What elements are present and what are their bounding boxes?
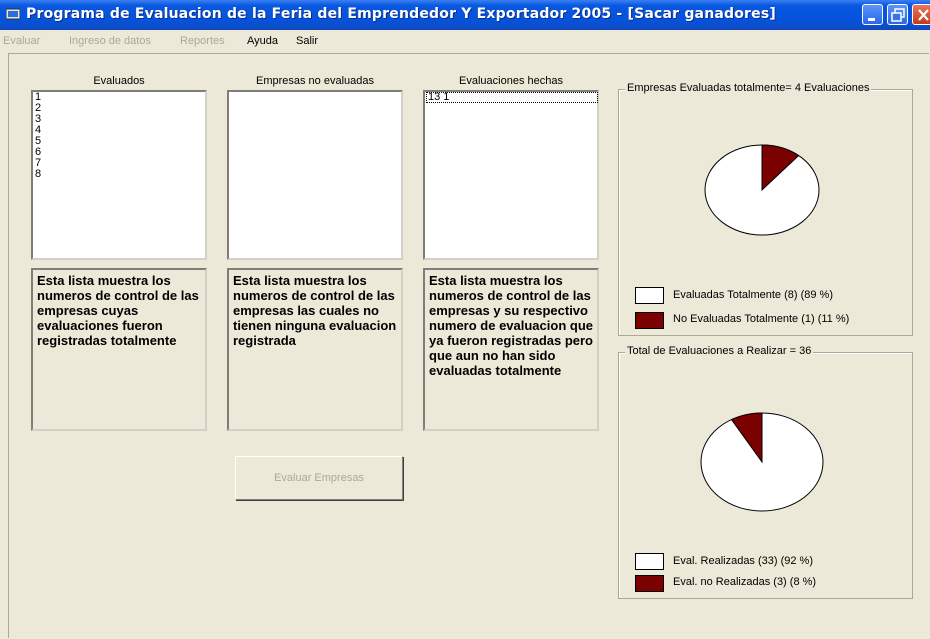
menu-reportes[interactable]: Reportes [180, 35, 225, 47]
list-item[interactable]: 2 [33, 103, 205, 114]
list-item[interactable]: 5 [33, 136, 205, 147]
minimize-icon [868, 18, 875, 21]
minimize-button[interactable] [862, 4, 883, 25]
list-item[interactable]: 3 [33, 114, 205, 125]
menu-bar: Evaluar Ingreso de datos Reportes Ayuda … [0, 32, 930, 52]
list-item[interactable]: 1 [33, 92, 205, 103]
empresas-group: Empresas Evaluadas totalmente= 4 Evaluac… [618, 82, 913, 336]
no-evaluadas-header: Empresas no evaluadas [255, 75, 374, 87]
legend-swatch-realizadas [635, 553, 664, 570]
list-item[interactable]: 4 [33, 125, 205, 136]
legend-label-no-realizadas: Eval. no Realizadas (3) (8 %) [673, 576, 817, 588]
evaluaciones-group-title: Total de Evaluaciones a Realizar = 36 [625, 345, 814, 357]
legend-label-evaluadas: Evaluadas Totalmente (8) (89 %) [673, 289, 833, 301]
menu-evaluar[interactable]: Evaluar [3, 35, 40, 47]
evaluados-header: Evaluados [93, 75, 145, 87]
legend-swatch-no-realizadas [635, 575, 664, 592]
legend-label-no-evaluadas: No Evaluadas Totalmente (1) (11 %) [673, 313, 850, 325]
list-item[interactable]: 7 [33, 158, 205, 169]
evaluar-empresas-button[interactable]: Evaluar Empresas [235, 456, 403, 500]
evaluados-listbox[interactable]: 12345678 [31, 90, 207, 260]
evaluados-description: Esta lista muestra los numeros de contro… [31, 268, 207, 431]
no-evaluadas-description: Esta lista muestra los numeros de contro… [227, 268, 403, 431]
list-item[interactable]: 8 [33, 169, 205, 180]
app-icon [6, 8, 20, 20]
window-title: Programa de Evaluacion de la Feria del E… [26, 6, 776, 22]
list-item[interactable]: 13 1 [426, 92, 598, 103]
restore-button[interactable] [887, 4, 908, 25]
close-button[interactable] [912, 4, 930, 25]
empresas-pie-chart [704, 144, 820, 236]
menu-salir[interactable]: Salir [296, 35, 318, 47]
evaluaciones-group: Total de Evaluaciones a Realizar = 36 Ev… [618, 345, 913, 599]
hechas-listbox[interactable]: 13 1 [423, 90, 599, 260]
evaluaciones-pie-chart [700, 412, 824, 512]
no-evaluadas-listbox[interactable] [227, 90, 403, 260]
legend-swatch-evaluadas [635, 287, 664, 304]
legend-swatch-no-evaluadas [635, 312, 664, 329]
close-icon [918, 9, 929, 21]
title-bar[interactable]: Programa de Evaluacion de la Feria del E… [0, 0, 930, 30]
menu-ingreso-de-datos[interactable]: Ingreso de datos [69, 35, 151, 47]
empresas-group-title: Empresas Evaluadas totalmente= 4 Evaluac… [625, 82, 872, 94]
hechas-description: Esta lista muestra los numeros de contro… [423, 268, 599, 431]
restore-icon [891, 8, 905, 22]
legend-label-realizadas: Eval. Realizadas (33) (92 %) [673, 555, 814, 567]
list-item[interactable]: 6 [33, 147, 205, 158]
menu-ayuda[interactable]: Ayuda [247, 35, 278, 47]
hechas-header: Evaluaciones hechas [459, 75, 563, 87]
